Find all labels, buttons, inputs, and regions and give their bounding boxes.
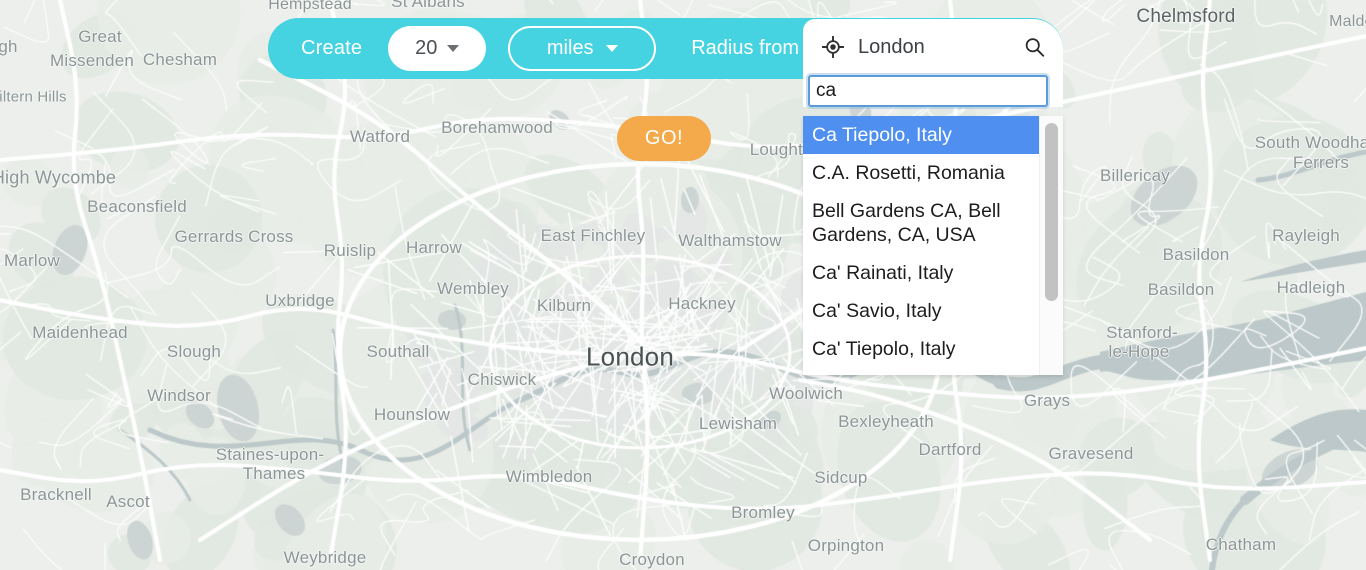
map-search-app: Hempstead St Albans Chelmsford Great Chesham… — [0, 0, 1366, 570]
map-canvas-container[interactable]: Hempstead St Albans Chelmsford Great Chesham… — [0, 0, 1366, 570]
suggestions-scrollbar[interactable] — [1039, 116, 1063, 375]
suggestion-item[interactable]: Ca Tiepolo, Italy — [803, 116, 1040, 154]
suggestion-item[interactable]: Bell Gardens CA, Bell Gardens, CA, USA — [803, 192, 1040, 254]
unit-dropdown[interactable]: miles — [508, 26, 657, 71]
suggestions-dropdown[interactable]: Ca Tiepolo, Italy C.A. Rosetti, Romania Be… — [803, 116, 1063, 375]
suggestions-scrollbar-thumb[interactable] — [1045, 123, 1058, 301]
suggestion-item[interactable]: Ca' Savio, Italy — [803, 292, 1040, 330]
radius-value-label: 20 — [415, 37, 438, 59]
crosshair-target-icon — [822, 36, 844, 58]
radius-from-label: Radius from — [691, 37, 800, 59]
location-value-label: London — [858, 35, 925, 58]
location-search-panel: London — [803, 19, 1063, 107]
suggestion-item[interactable]: Ca' Rainati, Italy — [803, 254, 1040, 292]
radius-value-dropdown[interactable]: 20 — [388, 26, 487, 71]
location-display-row[interactable]: London — [803, 19, 1063, 75]
location-search-input[interactable] — [808, 75, 1048, 107]
suggestion-item[interactable]: Ca' Tiepolo, Italy — [803, 330, 1040, 368]
go-button[interactable]: GO! — [617, 116, 711, 161]
map-tiles[interactable] — [0, 0, 1366, 570]
location-input-wrapper — [803, 75, 1063, 107]
chevron-down-icon — [605, 45, 618, 52]
unit-label: miles — [546, 37, 594, 59]
create-label: Create — [301, 37, 363, 59]
search-icon[interactable] — [1024, 37, 1045, 58]
chevron-down-icon — [447, 45, 460, 52]
suggestions-list: Ca Tiepolo, Italy C.A. Rosetti, Romania Be… — [803, 116, 1040, 368]
suggestion-item[interactable]: C.A. Rosetti, Romania — [803, 154, 1040, 192]
